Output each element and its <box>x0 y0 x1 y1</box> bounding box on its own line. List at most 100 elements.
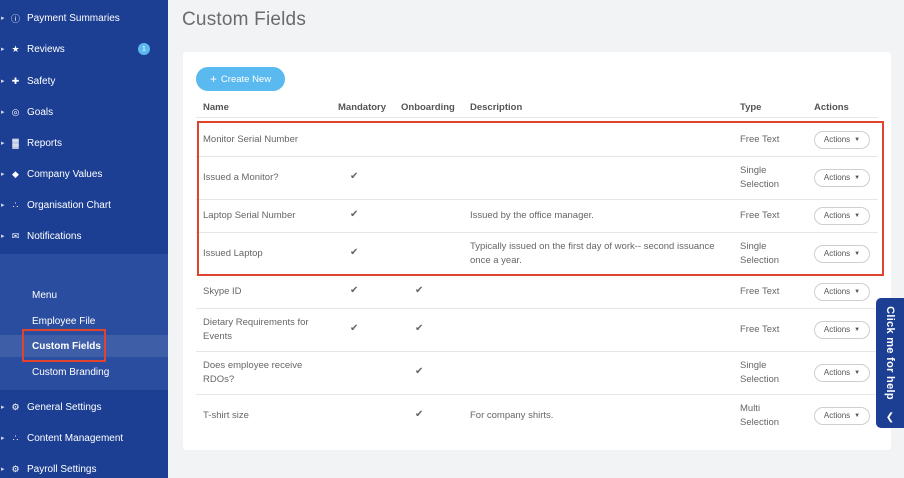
sidebar-item-payment-summaries[interactable]: ▸ ⓘ Payment Summaries <box>0 7 168 29</box>
name-line: Events <box>203 330 233 342</box>
submenu-item-label: Custom Branding <box>32 366 110 378</box>
sidebar-item-safety[interactable]: ▸ ✚ Safety <box>0 70 168 92</box>
caret-right-icon: ▸ <box>1 233 5 240</box>
header-divider <box>196 117 878 118</box>
type-line: Free Text <box>740 323 780 335</box>
sidebar-item-label: General Settings <box>27 401 102 413</box>
actions-dropdown-button[interactable]: Actions ▼ <box>814 406 870 425</box>
submenu-item-menu[interactable]: Menu <box>0 284 168 306</box>
diamond-icon: ◆ <box>12 168 19 179</box>
page-title: Custom Fields <box>182 9 307 30</box>
name-line: Does employee receive <box>203 359 303 371</box>
actions-dropdown-button[interactable]: Actions ▼ <box>814 282 870 301</box>
star-icon: ★ <box>11 43 20 54</box>
sidebar-item-label: Reports <box>27 137 63 149</box>
checkmark-icon: ✔ <box>350 284 359 296</box>
submenu-item-label: Employee File <box>32 315 96 327</box>
cell-name: T-shirt size <box>203 409 333 423</box>
cell-type: Single Selection <box>740 359 779 387</box>
sidebar-item-company-values[interactable]: ▸ ◆ Company Values <box>0 163 168 185</box>
sidebar-item-reports[interactable]: ▸ ▓ Reports <box>0 132 168 154</box>
actions-label: Actions <box>823 325 851 334</box>
checkmark-icon: ✔ <box>415 408 424 420</box>
sidebar-item-label: Payment Summaries <box>27 12 120 24</box>
envelope-icon: ✉ <box>11 230 20 241</box>
sidebar-item-label: Payroll Settings <box>27 463 97 475</box>
help-label: Click me for help <box>884 306 897 400</box>
name-line: RDOs? <box>203 373 235 385</box>
row-divider <box>196 308 878 309</box>
submenu-item-label: Menu <box>32 289 58 301</box>
caret-right-icon: ▸ <box>1 171 5 178</box>
bar-chart-icon: ▓ <box>12 138 19 148</box>
name-line: Dietary Requirements for <box>203 316 309 328</box>
type-line: Single <box>740 359 767 371</box>
caret-right-icon: ▸ <box>1 46 5 53</box>
description-line: For company shirts. <box>470 409 554 421</box>
header-name: Name <box>203 102 229 113</box>
first-aid-icon: ✚ <box>11 75 20 86</box>
cell-name: Does employee receive RDOs? <box>203 359 333 387</box>
info-icon: ⓘ <box>10 13 20 24</box>
highlight-box-rows <box>197 121 884 276</box>
sidebar-item-label: Organisation Chart <box>27 199 111 211</box>
sidebar-item-label: Safety <box>27 75 56 87</box>
sidebar: ▸ ⓘ Payment Summaries ▸ ★ Reviews 1 ▸ ✚ Safety ▸ ◎ G… <box>0 0 168 478</box>
sidebar-item-notifications[interactable]: ▸ ✉ Notifications <box>0 225 168 247</box>
caret-right-icon: ▸ <box>1 78 5 85</box>
sidebar-item-goals[interactable]: ▸ ◎ Goals <box>0 101 168 123</box>
actions-label: Actions <box>823 411 851 420</box>
caret-right-icon: ▸ <box>1 435 5 442</box>
header-type: Type <box>740 102 762 113</box>
caret-right-icon: ▸ <box>1 404 5 411</box>
name-line: T-shirt size <box>203 409 249 421</box>
sidebar-item-reviews[interactable]: ▸ ★ Reviews 1 <box>0 38 168 60</box>
create-new-label: Create New <box>220 73 272 85</box>
sidebar-item-label: Reviews <box>27 43 65 55</box>
caret-right-icon: ▸ <box>1 466 5 473</box>
header-mandatory: Mandatory <box>338 102 387 113</box>
gear-icon: ⚙ <box>11 401 20 412</box>
sidebar-item-payroll-settings[interactable]: ▸ ⚙ Payroll Settings <box>0 458 168 478</box>
sidebar-item-content-management[interactable]: ▸ ∴ Content Management <box>0 427 168 449</box>
target-icon: ◎ <box>11 106 20 117</box>
header-description: Description <box>470 102 523 113</box>
sidebar-item-label: Company Values <box>27 168 103 180</box>
header-onboarding: Onboarding <box>401 102 455 113</box>
caret-right-icon: ▸ <box>1 15 5 22</box>
type-line: Selection <box>740 373 780 385</box>
sidebar-item-general-settings[interactable]: ▸ ⚙ General Settings <box>0 396 168 418</box>
caret-down-icon: ▼ <box>854 369 861 376</box>
submenu-item-custom-branding[interactable]: Custom Branding <box>0 361 168 383</box>
actions-label: Actions <box>823 287 851 296</box>
caret-down-icon: ▼ <box>854 326 861 333</box>
checkmark-icon: ✔ <box>415 322 424 334</box>
actions-dropdown-button[interactable]: Actions ▼ <box>814 363 870 382</box>
create-new-button[interactable]: + Create New <box>196 67 285 91</box>
checkmark-icon: ✔ <box>415 365 424 377</box>
type-line: Free Text <box>740 285 780 297</box>
caret-right-icon: ▸ <box>1 202 5 209</box>
cell-name: Skype ID <box>203 285 333 299</box>
sidebar-item-label: Notifications <box>27 230 82 242</box>
org-chart-icon: ∴ <box>12 199 19 210</box>
cell-name: Dietary Requirements for Events <box>203 316 333 344</box>
sidebar-item-label: Content Management <box>27 432 124 444</box>
sidebar-item-organisation-chart[interactable]: ▸ ∴ Organisation Chart <box>0 194 168 216</box>
actions-label: Actions <box>823 368 851 377</box>
plus-icon: + <box>209 72 217 86</box>
type-line: Multi <box>740 402 761 414</box>
cell-type: Free Text <box>740 285 779 299</box>
gear-icon: ⚙ <box>11 463 20 474</box>
chevron-left-icon[interactable]: ❮ <box>876 412 904 423</box>
row-divider <box>196 351 878 352</box>
cell-type: Free Text <box>740 323 779 337</box>
name-line: Skype ID <box>203 285 242 297</box>
help-label-wrap[interactable]: Click me for help <box>876 298 904 408</box>
header-actions: Actions <box>814 102 849 113</box>
type-line: Selection <box>740 416 780 428</box>
actions-dropdown-button[interactable]: Actions ▼ <box>814 320 870 339</box>
row-divider <box>196 394 878 395</box>
cell-description: For company shirts. <box>470 409 735 423</box>
notification-badge: 1 <box>138 43 150 55</box>
